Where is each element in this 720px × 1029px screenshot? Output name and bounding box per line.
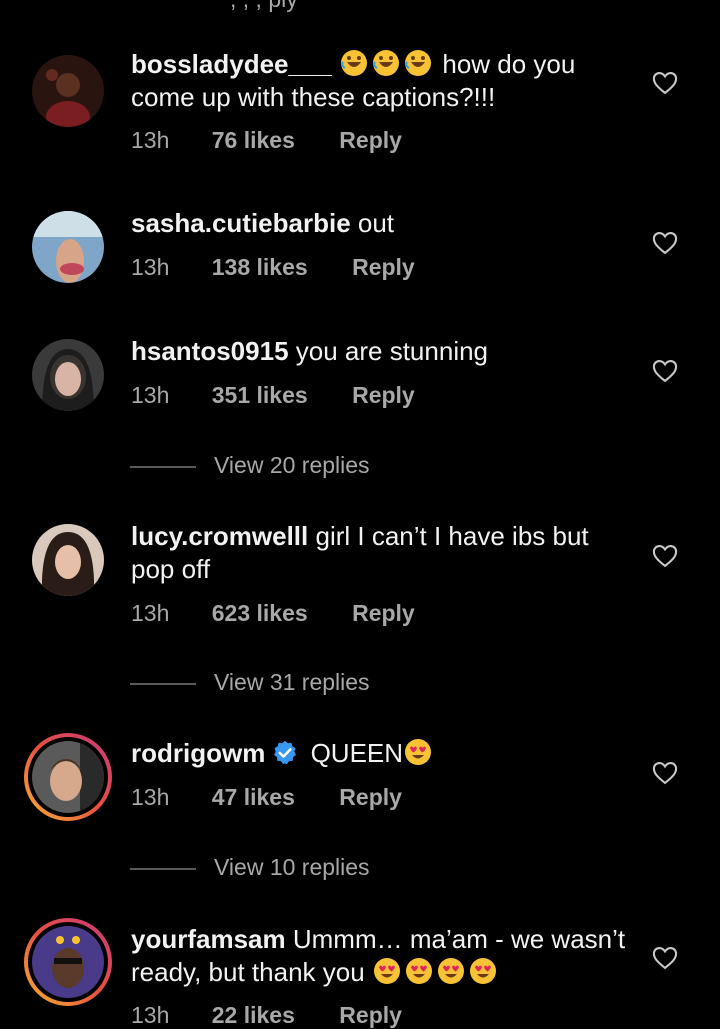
laughing-emoji-icon (403, 48, 433, 78)
username[interactable]: hsantos0915 (131, 336, 289, 366)
divider-line (130, 867, 196, 870)
comment-text: lucy.cromwelll girl I can’t I have ibs b… (131, 520, 631, 586)
heart-eyes-emoji-icon (403, 737, 433, 767)
heart-eyes-emoji-icon (436, 956, 466, 986)
timestamp: 13h (131, 784, 170, 810)
likes-count[interactable]: 22 likes (212, 1002, 295, 1029)
reply-button[interactable]: Reply (352, 254, 415, 281)
story-ring-avatar[interactable] (24, 733, 112, 821)
like-heart-icon[interactable] (651, 944, 679, 972)
timestamp: 13h (131, 127, 170, 153)
comment-text: yourfamsam Ummm… ma’am - we wasn’t ready… (131, 923, 631, 989)
reply-button[interactable]: Reply (352, 600, 415, 627)
comment-meta: 13h 47 likes Reply (131, 784, 402, 811)
reply-button[interactable]: Reply (339, 784, 402, 811)
view-replies-label: View 31 replies (214, 669, 370, 695)
like-heart-icon[interactable] (651, 229, 679, 257)
username[interactable]: rodrigowm (131, 738, 265, 768)
comment-text: rodrigowm QUEEN (131, 737, 631, 770)
comment-meta: 13h 138 likes Reply (131, 254, 415, 281)
divider-line (130, 682, 196, 685)
like-heart-icon[interactable] (651, 69, 679, 97)
likes-count[interactable]: 47 likes (212, 784, 295, 811)
comment-meta: 13h 76 likes Reply (131, 127, 402, 154)
heart-eyes-emoji-icon (404, 956, 434, 986)
comment-body: you are stunning (295, 336, 489, 366)
like-heart-icon[interactable] (651, 759, 679, 787)
avatar (32, 926, 104, 998)
reply-button[interactable]: Reply (339, 1002, 402, 1029)
laughing-emoji-icon (339, 48, 369, 78)
like-heart-icon[interactable] (651, 357, 679, 385)
comment-text: hsantos0915 you are stunning (131, 335, 631, 368)
heart-eyes-emoji-icon (372, 956, 402, 986)
comment-body: out (357, 208, 395, 238)
view-replies-link[interactable]: View 10 replies (130, 854, 370, 881)
avatar[interactable] (32, 211, 104, 283)
avatar (32, 741, 104, 813)
clipped-meta-fragment: , , , ply (230, 0, 298, 13)
divider-line (130, 465, 196, 468)
likes-count[interactable]: 351 likes (212, 382, 308, 409)
username[interactable]: sasha.cutiebarbie (131, 208, 351, 238)
timestamp: 13h (131, 382, 170, 408)
likes-count[interactable]: 138 likes (212, 254, 308, 281)
view-replies-link[interactable]: View 31 replies (130, 669, 370, 696)
view-replies-label: View 20 replies (214, 452, 370, 478)
reply-button[interactable]: Reply (339, 127, 402, 154)
likes-count[interactable]: 623 likes (212, 600, 308, 627)
story-ring-avatar[interactable] (24, 918, 112, 1006)
comment-text: bossladydee___ how do you come up with t… (131, 48, 631, 114)
likes-count[interactable]: 76 likes (212, 127, 295, 154)
view-replies-link[interactable]: View 20 replies (130, 452, 370, 479)
username[interactable]: bossladydee___ (131, 49, 332, 79)
username[interactable]: lucy.cromwelll (131, 521, 308, 551)
view-replies-label: View 10 replies (214, 854, 370, 880)
comment-body: QUEEN (310, 738, 404, 768)
comment-meta: 13h 22 likes Reply (131, 1002, 402, 1029)
timestamp: 13h (131, 254, 170, 280)
timestamp: 13h (131, 1002, 170, 1028)
comment-meta: 13h 623 likes Reply (131, 600, 415, 627)
avatar[interactable] (32, 524, 104, 596)
username[interactable]: yourfamsam (131, 924, 286, 954)
comment-meta: 13h 351 likes Reply (131, 382, 415, 409)
laughing-emoji-icon (371, 48, 401, 78)
avatar[interactable] (32, 55, 104, 127)
heart-eyes-emoji-icon (468, 956, 498, 986)
timestamp: 13h (131, 600, 170, 626)
comment-text: sasha.cutiebarbie out (131, 207, 631, 240)
avatar[interactable] (32, 339, 104, 411)
like-heart-icon[interactable] (651, 542, 679, 570)
reply-button[interactable]: Reply (352, 382, 415, 409)
verified-badge-icon (271, 739, 299, 767)
